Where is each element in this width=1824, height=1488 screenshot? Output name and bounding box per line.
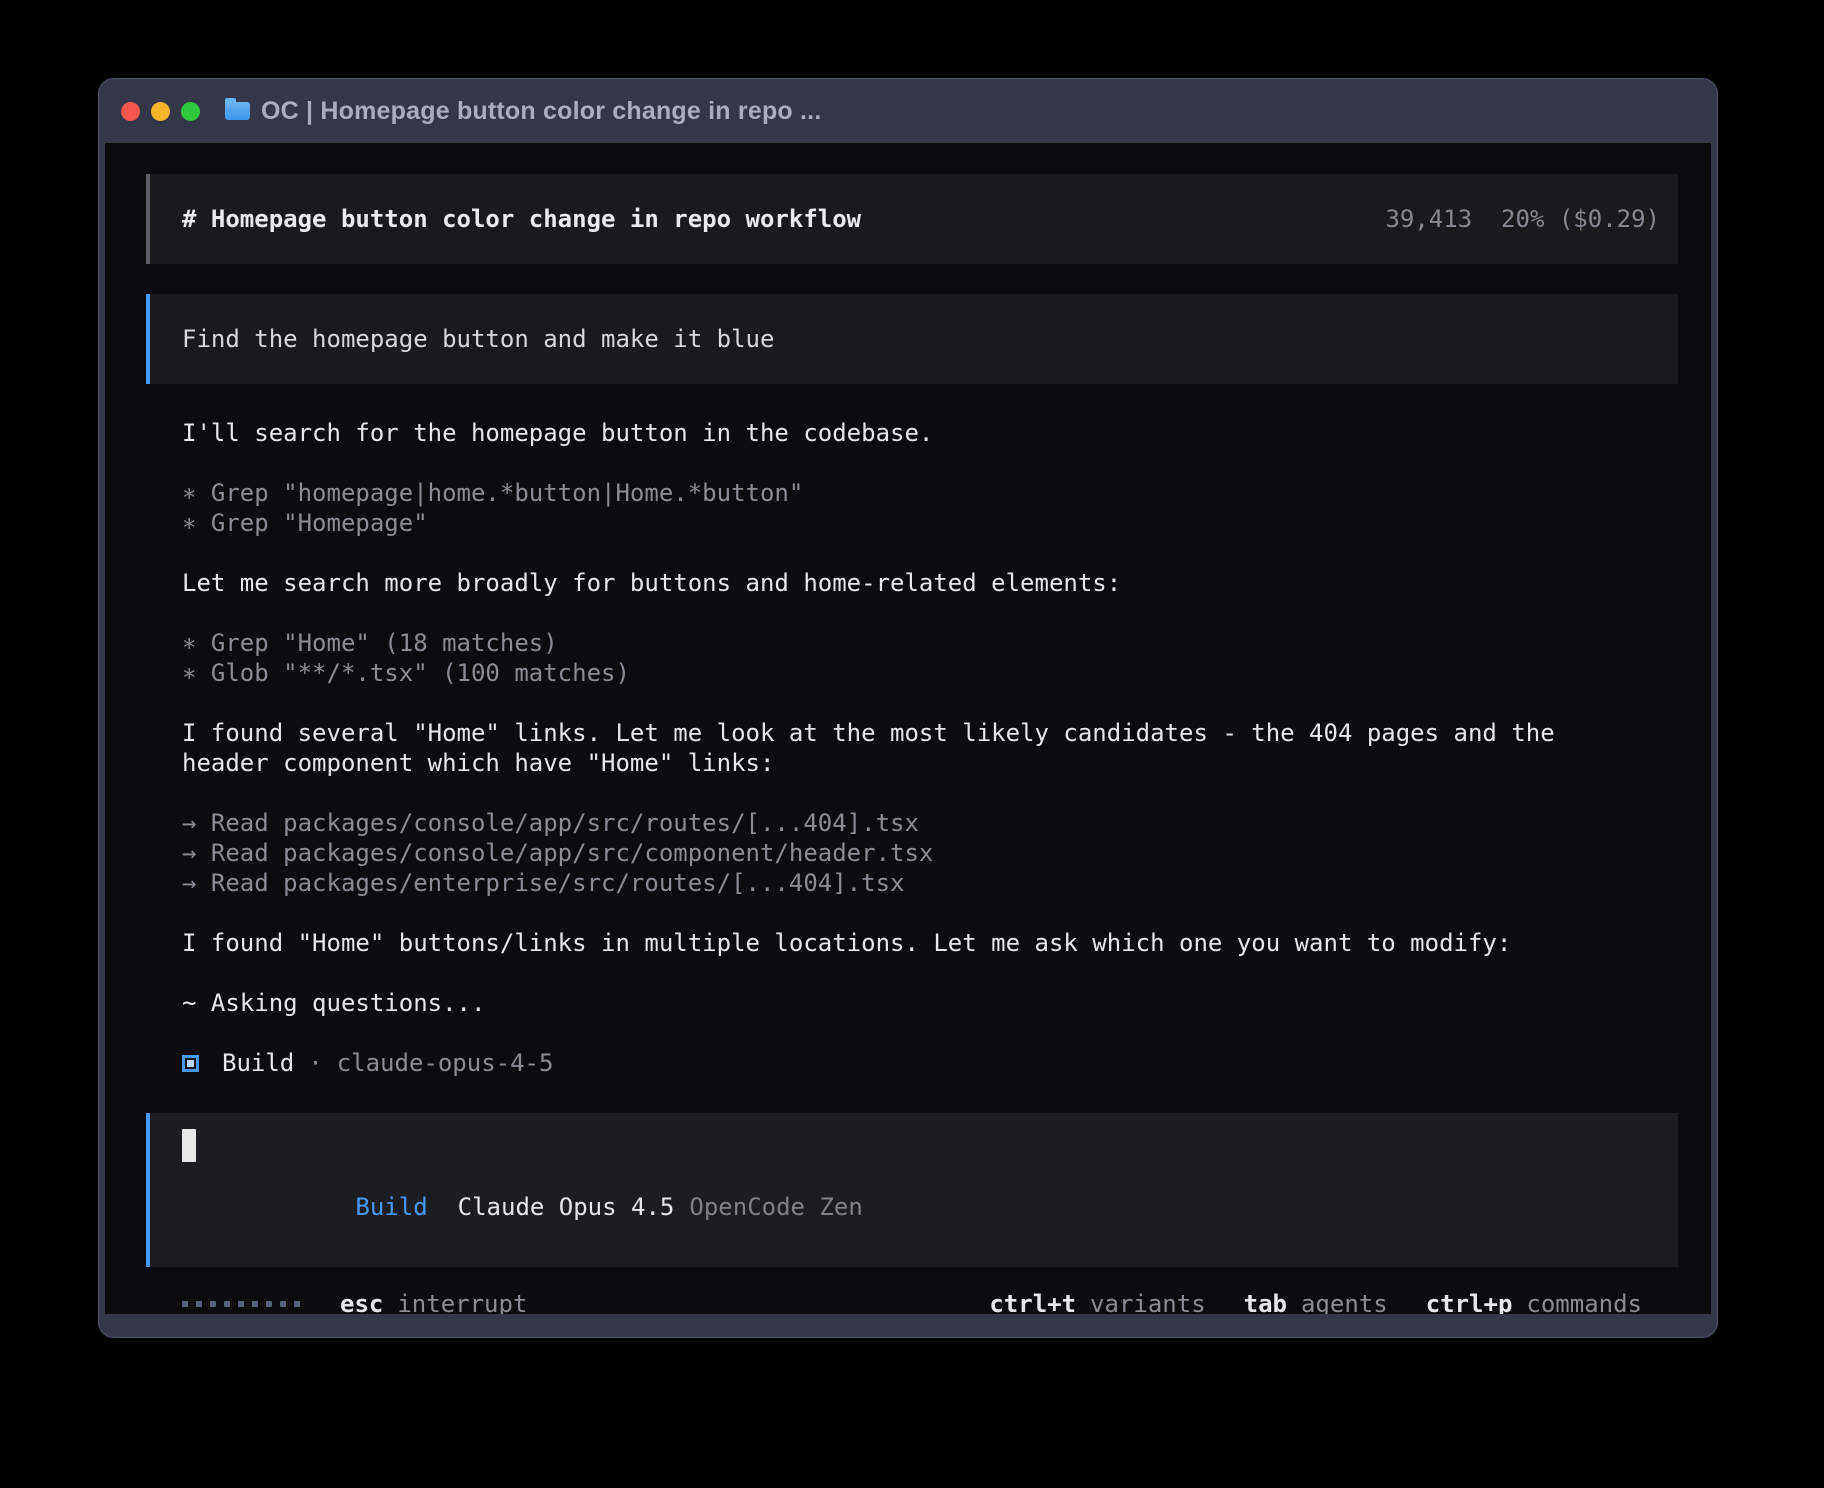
- terminal-content: # Homepage button color change in repo w…: [105, 143, 1711, 1314]
- spinner-dot: [182, 1301, 188, 1307]
- assistant-working-status: ~ Asking questions...: [182, 988, 1642, 1018]
- input-agent-label: Build: [355, 1193, 427, 1221]
- hint-variants: ctrl+tvariants: [989, 1289, 1205, 1314]
- tool-call-read: → Read packages/console/app/src/componen…: [182, 838, 1642, 868]
- user-message: Find the homepage button and make it blu…: [146, 294, 1678, 384]
- titlebar[interactable]: OC | Homepage button color change in rep…: [99, 79, 1717, 143]
- tool-call-glob: ∗ Glob "**/*.tsx" (100 matches): [182, 658, 1642, 688]
- spinner-dot: [280, 1301, 286, 1307]
- folder-icon: [225, 102, 250, 120]
- prompt-input[interactable]: Build Claude Opus 4.5 OpenCode Zen: [146, 1113, 1678, 1267]
- minimize-button-icon[interactable]: [151, 102, 170, 121]
- assistant-paragraph: Let me search more broadly for buttons a…: [182, 568, 1642, 598]
- input-provider-label: OpenCode Zen: [689, 1193, 862, 1221]
- tool-call-group: ∗ Grep "Home" (18 matches) ∗ Glob "**/*.…: [182, 628, 1642, 688]
- tool-call-read: → Read packages/enterprise/src/routes/[.…: [182, 868, 1642, 898]
- spinner-dot: [224, 1301, 230, 1307]
- assistant-paragraph: I found several "Home" links. Let me loo…: [182, 718, 1642, 778]
- agent-name: Build: [222, 1048, 294, 1078]
- assistant-response: I'll search for the homepage button in t…: [146, 418, 1678, 1314]
- spinner-dot: [266, 1301, 272, 1307]
- agent-status-row: Build · claude-opus-4-5: [182, 1048, 1642, 1078]
- terminal-window: OC | Homepage button color change in rep…: [98, 78, 1718, 1338]
- spinner-dot: [252, 1301, 258, 1307]
- zoom-button-icon[interactable]: [181, 102, 200, 121]
- window-title: OC | Homepage button color change in rep…: [261, 97, 821, 126]
- input-model-label: Claude Opus 4.5: [458, 1193, 675, 1221]
- tool-call-grep: ∗ Grep "Home" (18 matches): [182, 628, 1642, 658]
- close-button-icon[interactable]: [121, 102, 140, 121]
- assistant-paragraph: I found "Home" buttons/links in multiple…: [182, 928, 1642, 958]
- hint-agents: tabagents: [1244, 1289, 1388, 1314]
- session-title: # Homepage button color change in repo w…: [182, 204, 861, 234]
- input-status-row: Build Claude Opus 4.5 OpenCode Zen: [182, 1162, 1646, 1252]
- assistant-paragraph: I'll search for the homepage button in t…: [182, 418, 1642, 448]
- tool-call-read: → Read packages/console/app/src/routes/[…: [182, 808, 1642, 838]
- agent-separator: ·: [308, 1048, 322, 1078]
- session-header: # Homepage button color change in repo w…: [146, 174, 1678, 264]
- build-agent-icon: [182, 1055, 199, 1072]
- text-cursor: [182, 1129, 196, 1162]
- tool-call-group: → Read packages/console/app/src/routes/[…: [182, 808, 1642, 898]
- tool-call-grep: ∗ Grep "Homepage": [182, 508, 1642, 538]
- user-message-text: Find the homepage button and make it blu…: [182, 324, 774, 354]
- status-footer: escinterrupt ctrl+tvariants tabagents ct…: [146, 1289, 1678, 1314]
- spinner-dot: [294, 1301, 300, 1307]
- session-metrics: 39,413 20% ($0.29): [1385, 204, 1660, 234]
- tool-call-group: ∗ Grep "homepage|home.*button|Home.*butt…: [182, 478, 1642, 538]
- tool-call-grep: ∗ Grep "homepage|home.*button|Home.*butt…: [182, 478, 1642, 508]
- hint-commands: ctrl+pcommands: [1426, 1289, 1642, 1314]
- spinner-dots: [182, 1301, 308, 1307]
- spinner-dot: [238, 1301, 244, 1307]
- agent-model: claude-opus-4-5: [337, 1048, 554, 1078]
- spinner-dot: [210, 1301, 216, 1307]
- spinner-dot: [196, 1301, 202, 1307]
- hint-interrupt: escinterrupt: [340, 1289, 527, 1314]
